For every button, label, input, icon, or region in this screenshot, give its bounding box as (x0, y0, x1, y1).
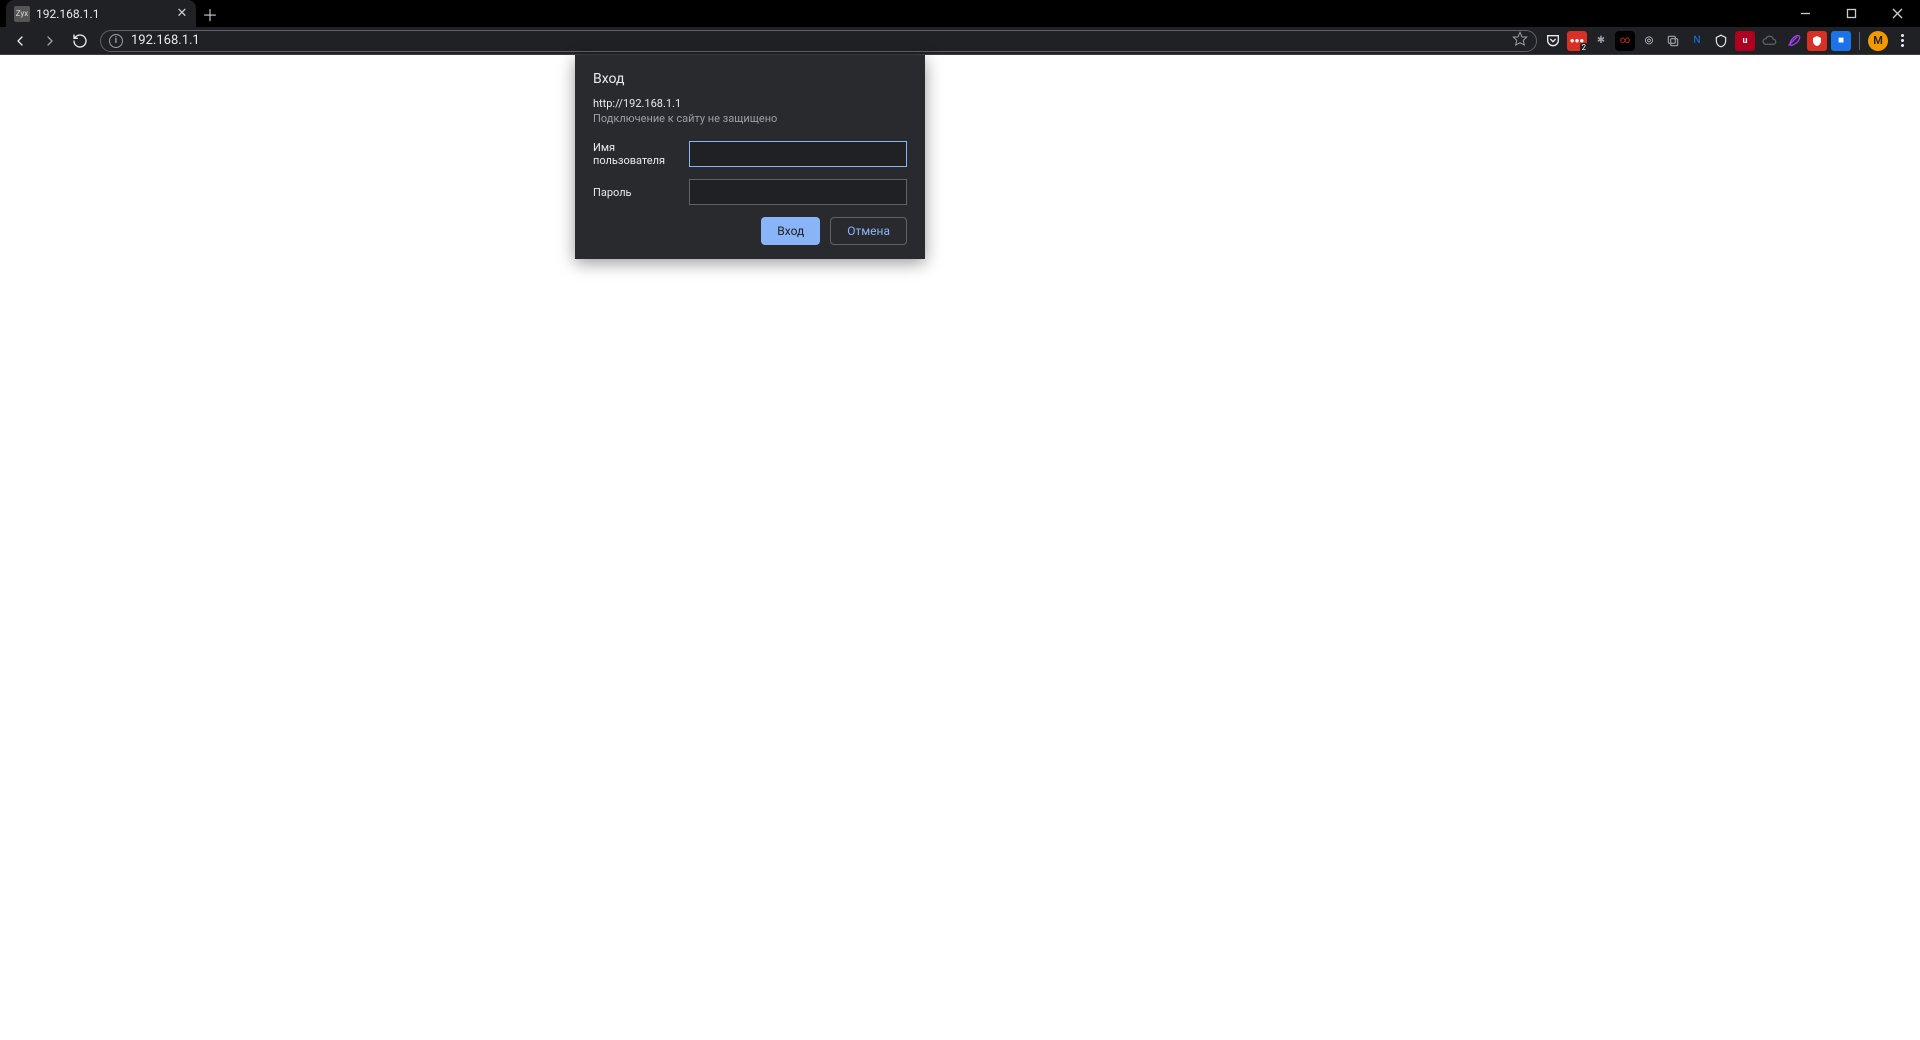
new-tab-button[interactable]: ＋ (196, 0, 224, 27)
auth-username-row: Имя пользователя (593, 141, 907, 167)
toolbar-divider (1859, 32, 1860, 50)
window-close-button[interactable] (1874, 0, 1920, 27)
extension-paw-icon[interactable]: ✱ (1591, 31, 1611, 51)
auth-url: http://192.168.1.1 (593, 97, 907, 110)
extension-cloud-icon[interactable] (1759, 31, 1779, 51)
auth-cancel-button[interactable]: Отмена (830, 217, 907, 245)
auth-login-button[interactable]: Вход (761, 217, 820, 245)
extension-copy-icon[interactable] (1663, 31, 1683, 51)
extension-shield-icon[interactable] (1711, 31, 1731, 51)
nav-back-button[interactable] (6, 27, 34, 55)
bookmark-star-icon[interactable] (1512, 31, 1528, 51)
page-content: Вход http://192.168.1.1 Подключение к са… (0, 55, 1920, 1040)
auth-username-input[interactable] (689, 141, 907, 167)
extension-row: ●●● 2 ✱ ∞ ◎ N u ■ M (1543, 31, 1914, 51)
auth-warning: Подключение к сайту не защищено (593, 112, 907, 125)
auth-password-label: Пароль (593, 186, 679, 199)
tab-close-icon[interactable]: ✕ (174, 6, 190, 22)
window-controls (1782, 0, 1920, 27)
toolbar: i 192.168.1.1 ●●● 2 ✱ ∞ ◎ N u ■ (0, 27, 1920, 55)
site-info-icon[interactable]: i (109, 34, 123, 48)
auth-password-row: Пароль (593, 179, 907, 205)
auth-username-label: Имя пользователя (593, 141, 679, 167)
extension-badge-count: 2 (1580, 43, 1589, 52)
auth-button-row: Вход Отмена (593, 217, 907, 245)
extension-goggles-icon[interactable]: ∞ (1615, 31, 1635, 51)
extension-red-badge-icon[interactable]: ●●● 2 (1567, 31, 1587, 51)
nav-reload-button[interactable] (66, 27, 94, 55)
extension-n-icon[interactable]: N (1687, 31, 1707, 51)
tab-favicon: Zyx (14, 6, 30, 22)
titlebar: Zyx 192.168.1.1 ✕ ＋ (0, 0, 1920, 27)
window-maximize-button[interactable] (1828, 0, 1874, 27)
auth-password-input[interactable] (689, 179, 907, 205)
window-minimize-button[interactable] (1782, 0, 1828, 27)
auth-title: Вход (593, 71, 907, 87)
extension-circle-icon[interactable]: ◎ (1639, 31, 1659, 51)
extension-pocket-icon[interactable] (1543, 31, 1563, 51)
address-bar[interactable]: i 192.168.1.1 (100, 30, 1537, 52)
extension-blue-icon[interactable]: ■ (1831, 31, 1851, 51)
address-bar-text: 192.168.1.1 (131, 33, 1504, 48)
browser-tab[interactable]: Zyx 192.168.1.1 ✕ (6, 0, 196, 27)
extension-feather-icon[interactable] (1783, 31, 1803, 51)
profile-avatar[interactable]: M (1868, 31, 1888, 51)
extension-shield2-icon[interactable] (1807, 31, 1827, 51)
nav-forward-button[interactable] (36, 27, 64, 55)
http-auth-dialog: Вход http://192.168.1.1 Подключение к са… (575, 55, 925, 259)
browser-menu-button[interactable] (1892, 31, 1912, 51)
tab-title: 192.168.1.1 (36, 7, 168, 21)
extension-ublock-icon[interactable]: u (1735, 31, 1755, 51)
